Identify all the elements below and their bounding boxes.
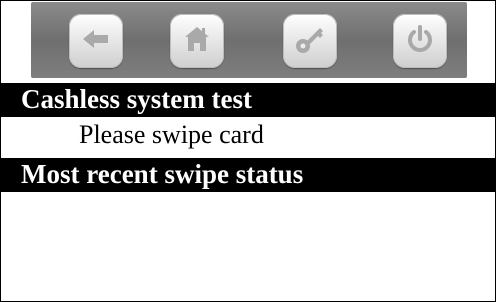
- home-button[interactable]: [170, 14, 224, 68]
- recent-swipe-status-area: [1, 192, 495, 301]
- key-icon: [293, 22, 327, 61]
- display-screen: Cashless system test Please swipe card M…: [0, 0, 496, 302]
- back-arrow-icon: [79, 22, 113, 61]
- toolbar: [31, 2, 467, 78]
- power-button[interactable]: [393, 14, 447, 68]
- cashless-test-title: Cashless system test: [21, 84, 252, 114]
- cashless-test-header: Cashless system test: [1, 83, 495, 117]
- recent-swipe-header: Most recent swipe status: [1, 158, 495, 192]
- swipe-card-prompt: Please swipe card: [79, 120, 264, 149]
- back-button[interactable]: [69, 14, 123, 68]
- power-icon: [403, 22, 437, 61]
- recent-swipe-title: Most recent swipe status: [21, 159, 304, 189]
- home-icon: [180, 22, 214, 61]
- key-button[interactable]: [283, 14, 337, 68]
